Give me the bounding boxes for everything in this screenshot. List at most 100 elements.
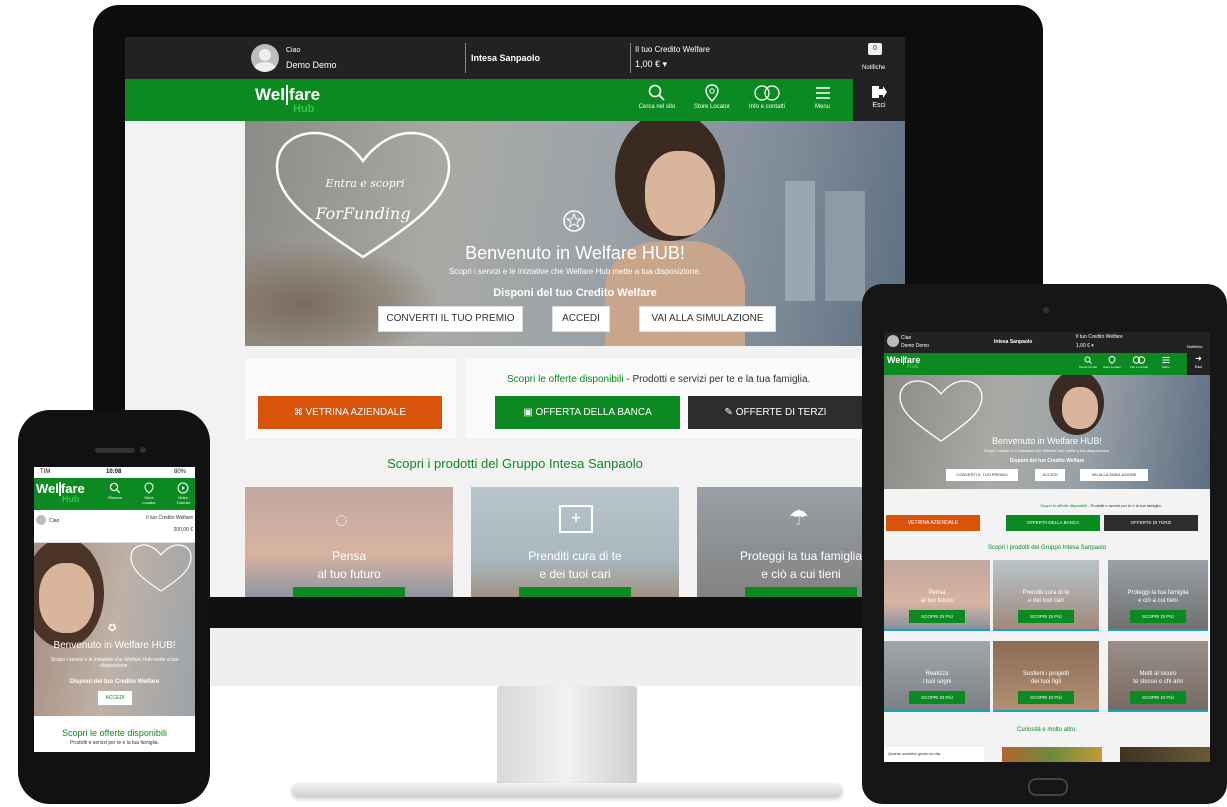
card-title-line1: Sostieni i progetti [1022, 671, 1070, 677]
product-card-care[interactable]: + Prenditi cura di te e dei tuoi cari [471, 487, 679, 597]
tablet-credit-prompt: Disponi del tuo Credito Welfare [1009, 458, 1085, 464]
search-icon [1084, 356, 1092, 364]
product-card-future[interactable]: ◌ Pensa al tuo futuro [245, 487, 453, 597]
credit-amount[interactable]: 1,00 € ▾ [1076, 343, 1094, 349]
svg-text:Entra e scopri: Entra e scopri [324, 177, 404, 190]
simulation-button[interactable]: VAI ALLA SIMULAZIONE [639, 306, 776, 332]
tablet-vetrina-button[interactable]: VETRINA AZIENDALE [886, 515, 980, 531]
tablet-screen: Ciao Demo Demo Intesa Sanpaolo Il tuo Cr… [884, 332, 1210, 762]
notifications-label[interactable]: Notifiche [862, 65, 885, 71]
star-icon [563, 210, 585, 232]
card-title-line2: al tuo futuro [921, 598, 953, 604]
nav-search[interactable]: Cerca nel sito [631, 84, 683, 110]
bank-offer-button[interactable]: ▣ OFFERTA DELLA BANCA [495, 396, 680, 429]
notifications-label[interactable]: Notifiche [1187, 344, 1203, 349]
tablet-exit-button[interactable]: ➜ Esci [1187, 353, 1210, 375]
tablet-login-button[interactable]: ACCEDI [1035, 469, 1065, 481]
welfare-hub-logo[interactable]: Welfare Hub [887, 355, 920, 370]
piggy-bank-icon: ◌ [335, 507, 349, 532]
tablet-convert-button[interactable]: CONVERTI IL TUO PREMIO [946, 469, 1018, 481]
phone-login-button[interactable]: ACCEDI [98, 691, 132, 705]
map-pin-icon [144, 482, 154, 494]
food-image-card[interactable] [1002, 747, 1102, 762]
tablet-nav-info[interactable]: Info e contatti [1126, 356, 1152, 369]
tablet-products-title: Scopri i prodotti del Gruppo Intesa Sanp… [987, 545, 1107, 551]
phone-offers-subtitle: Prodotti e servizi per te e la tua famig… [70, 740, 159, 746]
quote-card[interactable]: Quanto sarebbe giusto la vita [884, 747, 984, 762]
greeting-text: Ciao [49, 518, 60, 524]
discover-more-button[interactable]: SCOPRI DI PIÙ [1130, 610, 1186, 623]
card-title-line2: e dei tuoi cari [1028, 598, 1064, 604]
hero-title: Benvenuto in Welfare HUB! [465, 243, 685, 263]
offers-title: Scopri le offerte disponibili - Prodotti… [507, 374, 811, 385]
tablet-product-card[interactable]: Pensa al tuo futuro SCOPRI DI PIÙ [884, 560, 990, 631]
card-title-line1: Pensa [928, 590, 946, 596]
desktop-screen: Ciao Demo Demo Intesa Sanpaolo Il tuo Cr… [125, 37, 905, 597]
tablet-simulation-button[interactable]: VAI ALLA SIMULAZIONE [1080, 469, 1148, 481]
card-accent-bar [1108, 710, 1208, 712]
card-title-line2: i tuoi sogni [922, 679, 952, 685]
card-title-line1: Prenditi cura di te [1022, 590, 1070, 596]
svg-text:ForFunding: ForFunding [314, 204, 410, 223]
tablet-product-card[interactable]: Realizza i tuoi sogni SCOPRI DI PIÙ [884, 641, 990, 712]
credit-amount[interactable]: 1,00 € ▾ [635, 59, 667, 70]
tablet-product-card[interactable]: Proteggi la tua famiglia e ciò a cui tien… [1108, 560, 1208, 631]
hero-buildings [785, 181, 815, 301]
credit-label: Il tuo Credito Welfare [635, 45, 710, 54]
discover-more-button[interactable]: SCOPRI DI PIÙ [1130, 691, 1186, 704]
vetrina-aziendale-button[interactable]: ⌘ VETRINA AZIENDALE [258, 396, 442, 429]
welfare-hub-logo[interactable]: Wel fare Hub [36, 481, 85, 504]
card-title-line1: Metti al sicuro [1139, 671, 1177, 677]
card-accent-bar [884, 629, 990, 631]
tablet-product-card[interactable]: Prenditi cura di te e dei tuoi cari SCOPRI… [993, 560, 1099, 631]
discover-more-button[interactable]: SCOPRI DI PIÙ [909, 691, 965, 704]
tablet-nav-store[interactable]: Store Locator [1100, 355, 1124, 369]
phone-status-bar: TIM 10:08 80% [34, 467, 195, 478]
discover-more-button[interactable]: SCOPRI DI PIÙ [909, 610, 965, 623]
forest-image-card[interactable] [1120, 747, 1210, 762]
exit-button[interactable]: Esci [853, 79, 905, 121]
nav-store-locator[interactable]: Store Locator [687, 84, 737, 110]
divider [465, 43, 466, 73]
card-title-line1: Realizza [925, 671, 949, 677]
heart-icon[interactable] [129, 543, 193, 595]
credit-amount[interactable]: 200,00 € [174, 527, 193, 533]
hero-banner: Entra e scopri ForFunding Benvenuto in We… [245, 121, 905, 346]
tablet-hero: Benvenuto in Welfare HUB! Scopri i servi… [884, 375, 1210, 489]
user-name[interactable]: Demo Demo [286, 60, 337, 70]
discover-more-button[interactable]: SCOPRI DI PIÙ [1018, 610, 1074, 623]
desktop-user-bar: Ciao Demo Demo Intesa Sanpaolo Il tuo Cr… [125, 37, 905, 79]
tablet-home-button[interactable] [1028, 778, 1068, 796]
phone-screen: TIM 10:08 80% Wel fare Hub Ricerca Store … [34, 467, 195, 752]
star-icon: ✪ [108, 623, 117, 634]
third-party-offer-button[interactable]: ✎ OFFERTE DI TERZI [688, 396, 863, 429]
products-title: Scopri i prodotti del Gruppo Intesa Sanp… [387, 456, 643, 471]
nav-menu[interactable]: Menu [800, 84, 845, 110]
avatar[interactable] [887, 335, 899, 347]
phone-nav-store-locator[interactable]: Store Locator [138, 482, 160, 505]
tablet-nav-menu[interactable]: Menu [1154, 356, 1178, 369]
notification-badge[interactable]: 0 [868, 43, 882, 55]
tablet-product-card[interactable]: Sostieni i progetti dei tuoi figli SCOPRI … [993, 641, 1099, 712]
briefcase-icon: ▣ [523, 407, 536, 418]
avatar[interactable] [251, 44, 279, 72]
phone-speaker [95, 448, 135, 453]
tablet-nav-search[interactable]: Cerca nel sito [1076, 356, 1100, 369]
tablet-product-card[interactable]: Metti al sicuro te stesso e chi ami SCOPRI… [1108, 641, 1208, 712]
umbrella-icon: ☂ [789, 505, 809, 530]
phone-nav-video[interactable]: Video Tutorial [172, 482, 194, 505]
avatar[interactable] [36, 515, 46, 525]
welfare-hub-logo[interactable]: Wel fare Hub [255, 85, 320, 115]
tablet-bank-offer-button[interactable]: OFFERTA DELLA BANCA [1006, 515, 1100, 531]
nav-info[interactable]: Info e contatti [742, 84, 792, 110]
convert-prize-button[interactable]: CONVERTI IL TUO PREMIO [378, 306, 523, 332]
tablet-third-offer-button[interactable]: OFFERTE DI TERZI [1104, 515, 1198, 531]
play-icon [177, 482, 189, 494]
card-accent-bar [1108, 629, 1208, 631]
tablet-user-bar: Ciao Demo Demo Intesa Sanpaolo Il tuo Cr… [884, 332, 1210, 353]
phone-offers-title: Scopri le offerte disponibili [62, 728, 167, 738]
login-button[interactable]: ACCEDI [552, 306, 610, 332]
phone-nav-search[interactable]: Ricerca [104, 482, 126, 500]
chat-icon [1132, 356, 1146, 364]
discover-more-button[interactable]: SCOPRI DI PIÙ [1018, 691, 1074, 704]
